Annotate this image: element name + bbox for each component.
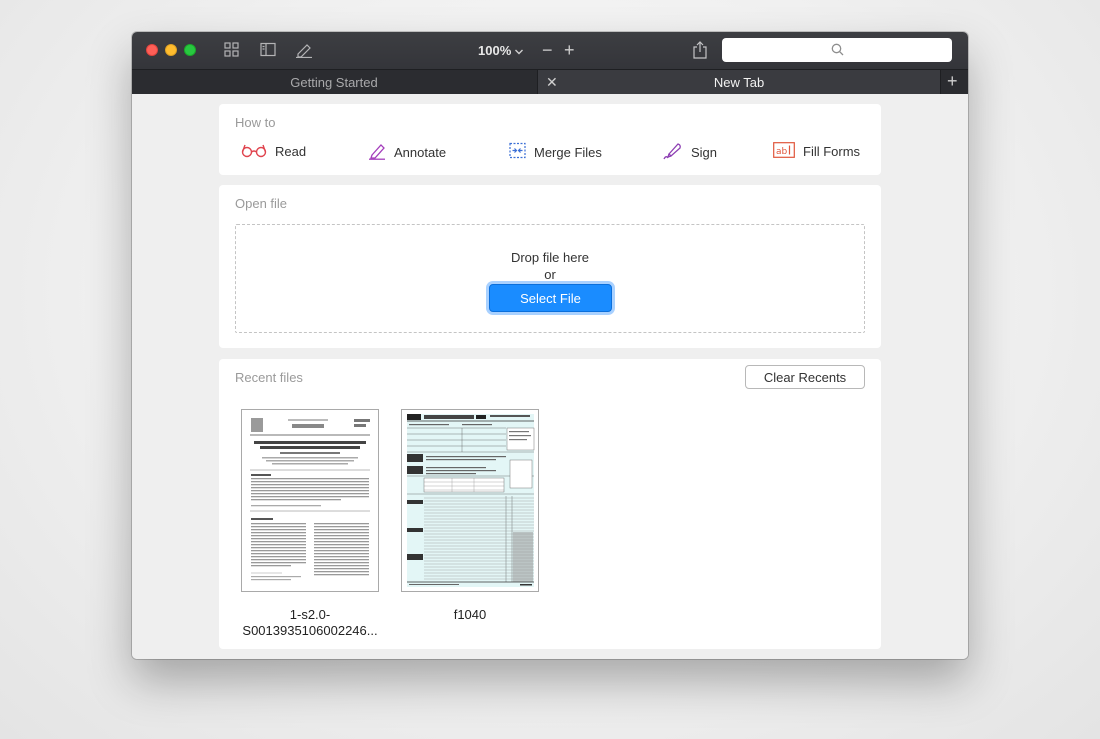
how-to-panel: How to Read Annotate Merge Files Sign ab… [219, 104, 881, 175]
open-file-panel: Open file Drop file here or Select File [219, 185, 881, 348]
annotate-toolbar-icon[interactable] [295, 42, 313, 58]
minimize-window-button[interactable] [165, 44, 177, 56]
thumbnails-grid-icon[interactable] [224, 42, 239, 58]
pen-icon [368, 142, 386, 163]
sign-label: Sign [691, 145, 718, 160]
recent-files-panel: Recent files Clear Recents 1-s2.0- S0013… [219, 359, 881, 649]
drop-file-text: Drop file here [510, 250, 590, 265]
how-to-title: How to [235, 115, 276, 130]
tab-label: Getting Started [290, 74, 378, 90]
recent-file-thumbnail[interactable] [401, 409, 539, 592]
annotate-label: Annotate [394, 145, 447, 160]
select-file-button[interactable]: Select File [489, 284, 612, 312]
sign-action[interactable]: Sign [663, 142, 717, 163]
zoom-in-button[interactable]: + [564, 41, 575, 59]
tab-bar: Getting Started ✕ New Tab + [132, 69, 968, 94]
svg-text:ab: ab [776, 147, 788, 157]
new-tab-button[interactable]: + [947, 72, 958, 90]
fill-forms-action[interactable]: ab Fill Forms [773, 142, 860, 161]
recent-file-name-line: f1040 [453, 607, 487, 622]
close-tab-icon[interactable]: ✕ [546, 75, 558, 89]
recent-file-name[interactable]: f1040 [390, 607, 550, 623]
merge-files-label: Merge Files [534, 144, 602, 160]
merge-icon [509, 142, 526, 162]
chevron-down-icon[interactable] [514, 44, 524, 62]
zoom-level[interactable]: 100% [478, 43, 511, 58]
zoom-out-button[interactable]: − [542, 41, 553, 59]
recent-file-name[interactable]: 1-s2.0- S0013935106002246... [230, 607, 390, 639]
tab-label: New Tab [713, 74, 765, 90]
read-label: Read [275, 144, 307, 159]
recent-files-title: Recent files [235, 370, 303, 385]
close-window-button[interactable] [146, 44, 158, 56]
search-icon [831, 43, 844, 61]
recent-file-thumbnail[interactable] [241, 409, 379, 592]
app-window: 100% − + Getting Started ✕ New Tab + How… [132, 32, 968, 659]
share-icon[interactable] [692, 41, 708, 64]
merge-files-action[interactable]: Merge Files [509, 142, 602, 162]
or-text: or [544, 267, 556, 282]
signature-pen-icon [663, 142, 683, 163]
main-content: How to Read Annotate Merge Files Sign ab… [132, 94, 968, 659]
drop-zone[interactable]: Drop file here or Select File [235, 224, 865, 333]
title-bar: 100% − + [132, 32, 968, 69]
read-action[interactable]: Read [241, 142, 306, 161]
form-field-icon: ab [773, 142, 795, 161]
tab-getting-started[interactable]: Getting Started [132, 70, 536, 94]
search-field[interactable] [722, 38, 952, 62]
open-file-title: Open file [235, 196, 288, 211]
sidebar-toggle-icon[interactable] [260, 42, 276, 58]
recent-file-name-line: S0013935106002246... [242, 623, 378, 638]
fill-forms-label: Fill Forms [803, 144, 861, 159]
glasses-icon [241, 142, 267, 161]
clear-recents-button[interactable]: Clear Recents [745, 365, 865, 389]
annotate-action[interactable]: Annotate [368, 142, 446, 163]
zoom-level-label: 100% [478, 43, 512, 58]
fullscreen-window-button[interactable] [184, 44, 196, 56]
tab-new-tab[interactable]: ✕ New Tab [537, 70, 941, 94]
recent-file-name-line: 1-s2.0- [289, 607, 331, 622]
